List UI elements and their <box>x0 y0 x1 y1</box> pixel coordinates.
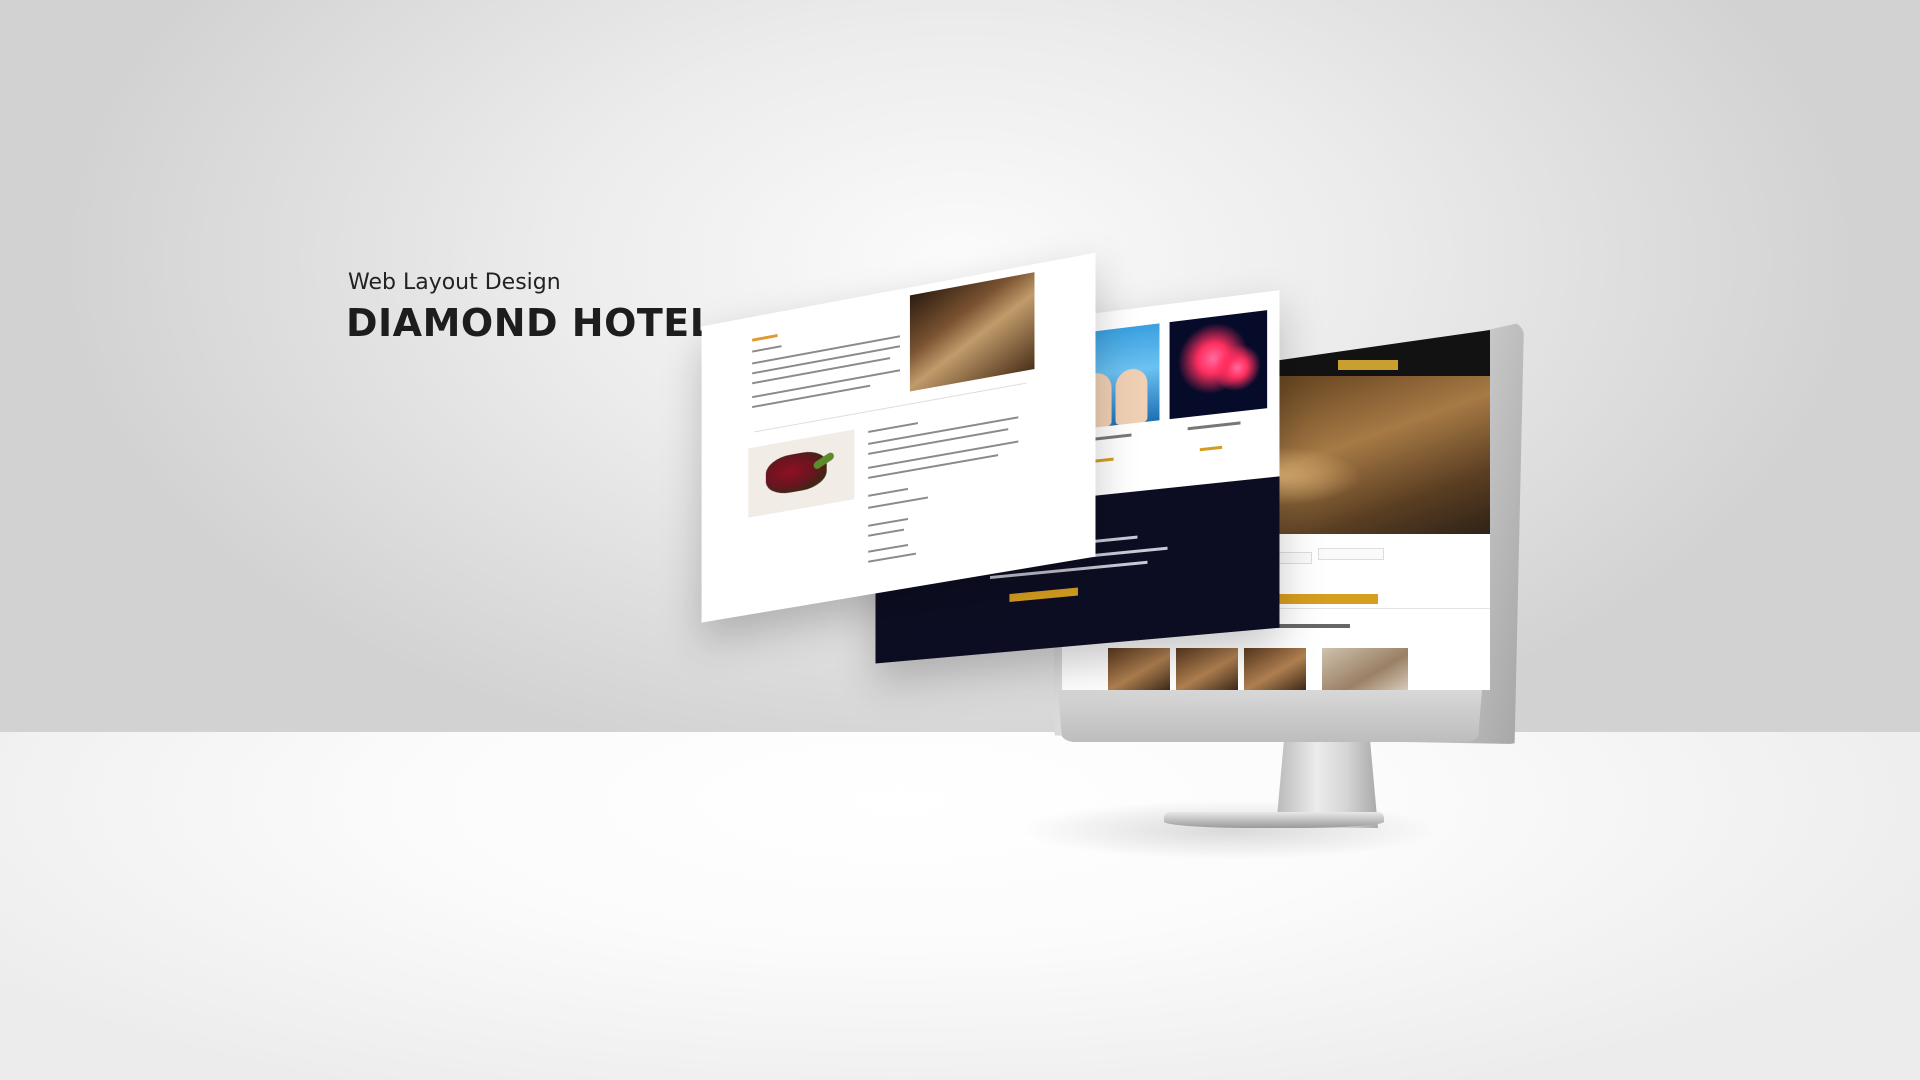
heading-subtitle: Web Layout Design <box>348 270 561 295</box>
nav-book-button <box>1338 360 1398 370</box>
room-thumbnail <box>1244 648 1306 690</box>
footer-button <box>1009 587 1078 602</box>
text-line <box>752 384 871 409</box>
text-line <box>868 552 916 563</box>
event-link <box>1199 445 1223 452</box>
room-thumbnail <box>1108 648 1170 690</box>
dish-image <box>748 429 855 518</box>
text-line <box>868 487 908 497</box>
text-line <box>868 454 999 479</box>
room-thumbnail <box>1176 648 1238 690</box>
text-line <box>868 517 908 527</box>
text-line <box>868 422 918 433</box>
steak <box>765 448 827 497</box>
text-line <box>868 528 904 537</box>
restaurant-image <box>909 272 1035 392</box>
event-image-fireworks <box>1169 310 1268 420</box>
text-line <box>868 496 928 509</box>
performer <box>1115 367 1148 426</box>
breadcrumb-accent <box>752 333 778 342</box>
check-out-field <box>1318 548 1384 560</box>
monitor-floor-shadow <box>1020 800 1440 860</box>
event-caption <box>1187 421 1241 431</box>
heading-title: DIAMOND HOTEL <box>346 301 715 345</box>
monitor-stand-base <box>1164 812 1384 828</box>
presentation-floor <box>0 732 1920 1080</box>
heading-block: Web Layout Design DIAMOND HOTEL <box>346 270 714 345</box>
text-line <box>752 345 782 353</box>
room-thumbnail <box>1322 648 1408 690</box>
text-line <box>868 543 908 553</box>
monitor-chin <box>1058 690 1482 742</box>
